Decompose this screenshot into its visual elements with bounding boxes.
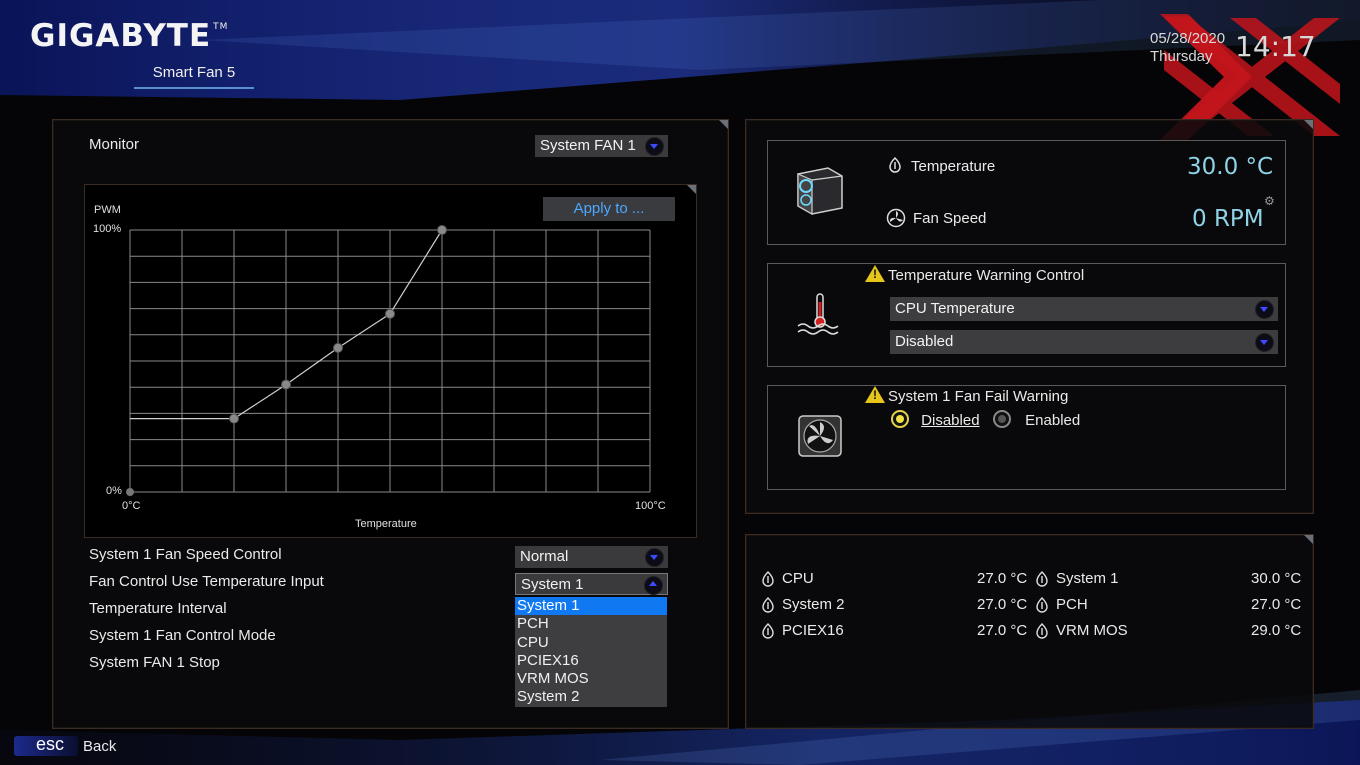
curve-origin-point: [126, 488, 134, 496]
pc-case-icon: [797, 167, 843, 216]
esc-key-button[interactable]: esc: [14, 734, 78, 756]
gear-icon: ⚙: [1264, 194, 1275, 208]
curve-point[interactable]: [229, 413, 239, 424]
option-cpu[interactable]: CPU: [515, 634, 667, 652]
fan-fail-option-enabled[interactable]: Enabled: [993, 410, 1080, 429]
curve-point[interactable]: [281, 379, 291, 390]
fan-fail-disabled-label: Disabled: [921, 412, 980, 429]
fan-speed-control-select[interactable]: Normal: [515, 546, 668, 568]
sensor-value: 27.0 °C: [977, 570, 1028, 587]
sensor-value: 27.0 °C: [977, 596, 1028, 613]
fan-fail-option-disabled[interactable]: Disabled: [891, 410, 980, 429]
thermometer-icon: [761, 597, 775, 618]
setting-fan-control-mode-label: System 1 Fan Control Mode: [89, 627, 276, 644]
chevron-down-icon[interactable]: [1255, 300, 1274, 319]
sensor-value: 30.0 °C: [1251, 570, 1302, 587]
x-axis-label: Temperature: [355, 518, 417, 530]
thermometer-icon: [761, 623, 775, 644]
fan-fail-title-text: System 1 Fan Fail Warning: [888, 388, 1069, 405]
sensor-name: PCH: [1056, 596, 1088, 613]
setting-temp-input-label: Fan Control Use Temperature Input: [89, 573, 324, 590]
thermometer-icon: [1035, 571, 1049, 592]
sensor-name: System 1: [1056, 570, 1119, 587]
back-label[interactable]: Back: [83, 738, 116, 755]
warning-icon: [865, 386, 885, 403]
thermometer-icon: [1035, 623, 1049, 644]
option-system-1[interactable]: System 1: [515, 597, 667, 616]
sensor-value: 27.0 °C: [977, 622, 1028, 639]
temp-warning-source-select[interactable]: CPU Temperature: [890, 297, 1278, 321]
chevron-down-icon[interactable]: [645, 137, 664, 156]
fan-fail-title: System 1 Fan Fail Warning: [865, 386, 1068, 405]
curve-point[interactable]: [385, 308, 395, 319]
date-text: 05/28/2020: [1150, 30, 1226, 47]
temp-warning-title: Temperature Warning Control: [865, 265, 1084, 284]
temp-warning-value: Disabled: [895, 333, 954, 350]
warning-icon: [865, 265, 885, 282]
fan-fail-enabled-label: Enabled: [1025, 412, 1081, 429]
x-tick-max: 100°C: [635, 500, 666, 512]
temperature-warning-icon: [797, 293, 839, 335]
option-pciex16[interactable]: PCIEX16: [515, 652, 667, 670]
radio-selected-icon[interactable]: [891, 410, 909, 428]
fan-speed-value: 0 RPM: [1192, 206, 1264, 232]
curve-point[interactable]: [437, 225, 447, 235]
brand-logo: GIGABYTE TM: [30, 18, 229, 54]
sensor-name: VRM MOS: [1056, 622, 1128, 639]
temp-warning-value-select[interactable]: Disabled: [890, 330, 1278, 354]
monitor-fan-select-value: System FAN 1: [540, 137, 636, 154]
chevron-down-icon[interactable]: [1255, 333, 1274, 352]
monitor-label: Monitor: [89, 136, 140, 153]
chevron-down-icon[interactable]: [645, 548, 664, 567]
option-system-2[interactable]: System 2: [515, 688, 667, 706]
thermometer-icon: [1035, 597, 1049, 618]
option-vrm-mos[interactable]: VRM MOS: [515, 670, 667, 688]
curve-point[interactable]: [333, 342, 343, 353]
setting-fan-stop-label: System FAN 1 Stop: [89, 654, 220, 671]
fan-speed-label: Fan Speed: [913, 210, 987, 227]
x-tick-min: 0°C: [122, 500, 141, 512]
fan-speed-control-value: Normal: [520, 548, 569, 565]
temp-input-listbox[interactable]: System 1 PCH CPU PCIEX16 VRM MOS System …: [515, 597, 667, 707]
temp-input-value: System 1: [521, 576, 584, 593]
weekday-text: Thursday: [1150, 48, 1213, 65]
fan-curve-plot[interactable]: [120, 220, 660, 500]
radio-unselected-icon[interactable]: [993, 410, 1011, 428]
date-display: 05/28/2020 Thursday: [1150, 30, 1225, 66]
sensor-value: 29.0 °C: [1251, 622, 1302, 639]
setting-temp-interval-label: Temperature Interval: [89, 600, 227, 617]
temperature-label: Temperature: [911, 158, 996, 175]
temp-warning-title-text: Temperature Warning Control: [888, 267, 1085, 284]
sensor-value: 27.0 °C: [1251, 596, 1302, 613]
fan-icon: [886, 208, 906, 228]
esc-key-label: esc: [36, 734, 65, 754]
temperature-value: 30.0 °C: [1187, 154, 1274, 180]
temp-warning-source-value: CPU Temperature: [895, 300, 1015, 317]
setting-fan-speed-control-label: System 1 Fan Speed Control: [89, 546, 282, 563]
thermometer-icon: [761, 571, 775, 592]
y-tick-max: 100%: [93, 223, 122, 235]
monitor-fan-select[interactable]: System FAN 1: [535, 135, 668, 157]
y-axis-label: PWM: [94, 204, 121, 216]
sensor-name: System 2: [782, 596, 845, 613]
sensor-name: CPU: [782, 570, 814, 587]
option-pch[interactable]: PCH: [515, 615, 667, 633]
chevron-up-icon[interactable]: [644, 576, 663, 595]
thermometer-icon: [889, 156, 901, 173]
apply-to-button[interactable]: Apply to ...: [543, 197, 675, 221]
temp-input-select[interactable]: System 1: [515, 573, 668, 595]
case-fan-icon: [798, 415, 842, 457]
clock-time: 14:17: [1235, 30, 1316, 63]
tab-smart-fan-5[interactable]: Smart Fan 5: [134, 64, 254, 89]
sensor-name: PCIEX16: [782, 622, 844, 639]
